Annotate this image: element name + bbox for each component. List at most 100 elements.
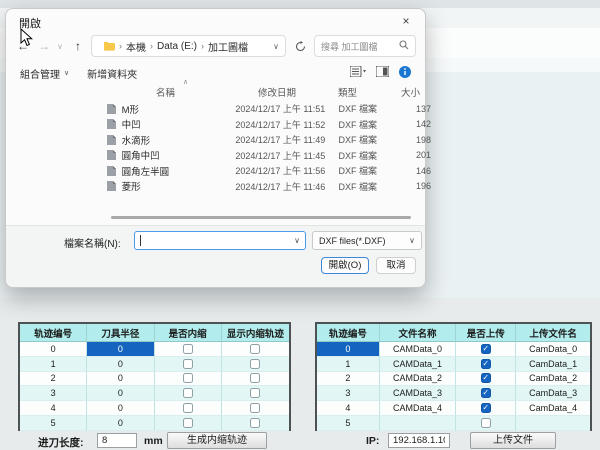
filename-input[interactable]: ∨ (134, 231, 306, 250)
file-size: 137 (398, 104, 431, 114)
checkbox[interactable] (183, 418, 193, 428)
upload-file-button[interactable]: 上传文件 (470, 432, 556, 449)
view-mode-icon[interactable] (350, 66, 366, 80)
breadcrumb-items: ›本機›Data (E:)›加工圖檔 (119, 39, 248, 54)
cell-file-name[interactable]: CAMData_3 (380, 386, 456, 401)
cell-tool-radius[interactable]: 0 (87, 416, 154, 431)
column-size[interactable]: 大小 (401, 85, 420, 99)
file-date: 2024/12/17 上午 11:46 (235, 180, 338, 193)
cell-inner-shrink (155, 416, 222, 431)
checkbox[interactable] (183, 344, 193, 354)
cell-track-id[interactable]: 4 (20, 401, 87, 416)
cell-inner-shrink (155, 372, 222, 387)
generate-track-button[interactable]: 生成内缩轨迹 (167, 432, 267, 449)
column-name[interactable]: 名稱 (156, 85, 175, 99)
cell-tool-radius[interactable]: 0 (87, 386, 154, 401)
cell-file-name[interactable]: CAMData_4 (380, 401, 456, 416)
new-folder-button[interactable]: 新增資料夾 (87, 66, 137, 81)
checkbox[interactable]: ✓ (481, 359, 491, 369)
file-row[interactable]: 水滴形2024/12/17 上午 11:49DXF 檔案198 (101, 132, 431, 148)
breadcrumb-segment[interactable]: 本機 (126, 39, 146, 54)
checkbox[interactable]: ✓ (481, 344, 491, 354)
checkbox[interactable] (250, 418, 260, 428)
checkbox[interactable] (183, 359, 193, 369)
feed-length-input[interactable] (97, 433, 137, 448)
checkbox[interactable] (481, 418, 491, 428)
cell-upload-name[interactable] (516, 416, 590, 431)
checkbox[interactable] (250, 403, 260, 413)
forward-icon[interactable]: → (36, 37, 52, 55)
ip-input[interactable] (388, 433, 450, 448)
file-type: DXF 檔案 (338, 164, 398, 177)
breadcrumb[interactable]: ›本機›Data (E:)›加工圖檔 ∨ (91, 35, 286, 57)
cell-tool-radius[interactable]: 0 (87, 357, 154, 372)
checkbox[interactable] (183, 388, 193, 398)
column-date-modified[interactable]: 修改日期 (258, 85, 296, 99)
cell-upload-name[interactable]: CamData_2 (516, 372, 590, 387)
cell-track-id[interactable]: 5 (20, 416, 87, 431)
file-name: 圓角左半圓 (122, 164, 236, 178)
cell-track-id[interactable]: 0 (20, 342, 87, 357)
trajectory-table-body: 001020304050 (20, 342, 289, 431)
cell-track-id[interactable]: 5 (317, 416, 380, 431)
table-row: 1CAMData_1 ✓ CamData_1 (317, 357, 590, 372)
table-row: 40 (20, 401, 289, 416)
cell-upload-name[interactable]: CamData_4 (516, 401, 590, 416)
file-row[interactable]: 中凹2024/12/17 上午 11:52DXF 檔案142 (101, 117, 431, 133)
navigation-bar: ← → ∨ ↑ ›本機›Data (E:)›加工圖檔 ∨ 搜尋 加工圖檔 (6, 33, 425, 59)
checkbox[interactable]: ✓ (481, 388, 491, 398)
checkbox[interactable] (250, 359, 260, 369)
cell-track-id[interactable]: 2 (317, 372, 380, 387)
preview-pane-icon[interactable] (376, 66, 389, 80)
cell-track-id[interactable]: 4 (317, 401, 380, 416)
cell-file-name[interactable]: CAMData_2 (380, 372, 456, 387)
column-type[interactable]: 類型 (338, 85, 357, 99)
breadcrumb-segment[interactable]: Data (E:) (157, 41, 197, 52)
cell-file-name[interactable] (380, 416, 456, 431)
filename-chevron-icon[interactable]: ∨ (294, 236, 300, 245)
cell-track-id[interactable]: 1 (20, 357, 87, 372)
checkbox[interactable] (183, 403, 193, 413)
info-icon[interactable] (399, 66, 411, 81)
checkbox[interactable] (250, 344, 260, 354)
folder-icon (104, 41, 115, 51)
cell-tool-radius[interactable]: 0 (87, 372, 154, 387)
refresh-icon[interactable] (291, 37, 309, 55)
cell-track-id[interactable]: 2 (20, 372, 87, 387)
file-row[interactable]: 圓角中凹2024/12/17 上午 11:45DXF 檔案201 (101, 148, 431, 164)
cancel-button[interactable]: 取消 (376, 257, 416, 274)
cell-upload-name[interactable]: CamData_1 (516, 357, 590, 372)
checkbox[interactable] (250, 373, 260, 383)
file-row[interactable]: M形2024/12/17 上午 11:51DXF 檔案137 (101, 101, 431, 117)
open-button[interactable]: 開啟(O) (321, 257, 369, 274)
cell-tool-radius[interactable]: 0 (87, 342, 154, 357)
checkbox[interactable]: ✓ (481, 403, 491, 413)
file-row[interactable]: 菱形2024/12/17 上午 11:46DXF 檔案196 (101, 179, 431, 195)
recent-locations-chevron-icon[interactable]: ∨ (57, 42, 65, 51)
breadcrumb-chevron-icon[interactable]: ∨ (273, 42, 279, 51)
cell-upload-name[interactable]: CamData_0 (516, 342, 590, 357)
filetype-select[interactable]: DXF files(*.DXF) ∨ (312, 231, 422, 250)
close-icon[interactable]: × (397, 13, 415, 29)
feed-unit-label: mm (144, 435, 163, 447)
cell-file-name[interactable]: CAMData_1 (380, 357, 456, 372)
cell-track-id[interactable]: 3 (317, 386, 380, 401)
file-row[interactable]: 圓角左半圓2024/12/17 上午 11:56DXF 檔案146 (101, 163, 431, 179)
checkbox[interactable] (250, 388, 260, 398)
checkbox[interactable]: ✓ (481, 373, 491, 383)
organize-menu[interactable]: 組合管理 ∨ (20, 66, 69, 81)
file-date: 2024/12/17 上午 11:56 (235, 164, 338, 177)
cell-track-id[interactable]: 3 (20, 386, 87, 401)
up-icon[interactable]: ↑ (70, 37, 86, 55)
upload-table: 轨迹编号文件名称是否上传上传文件名 0CAMData_0✓CamData_01C… (315, 322, 592, 431)
breadcrumb-segment[interactable]: 加工圖檔 (208, 39, 248, 54)
checkbox[interactable] (183, 373, 193, 383)
file-name: M形 (122, 102, 236, 116)
search-input[interactable]: 搜尋 加工圖檔 (314, 35, 416, 57)
cell-track-id[interactable]: 1 (317, 357, 380, 372)
cell-track-id[interactable]: 0 (317, 342, 380, 357)
cell-tool-radius[interactable]: 0 (87, 401, 154, 416)
cell-file-name[interactable]: CAMData_0 (380, 342, 456, 357)
cell-upload-name[interactable]: CamData_3 (516, 386, 590, 401)
horizontal-scrollbar[interactable] (111, 216, 411, 219)
